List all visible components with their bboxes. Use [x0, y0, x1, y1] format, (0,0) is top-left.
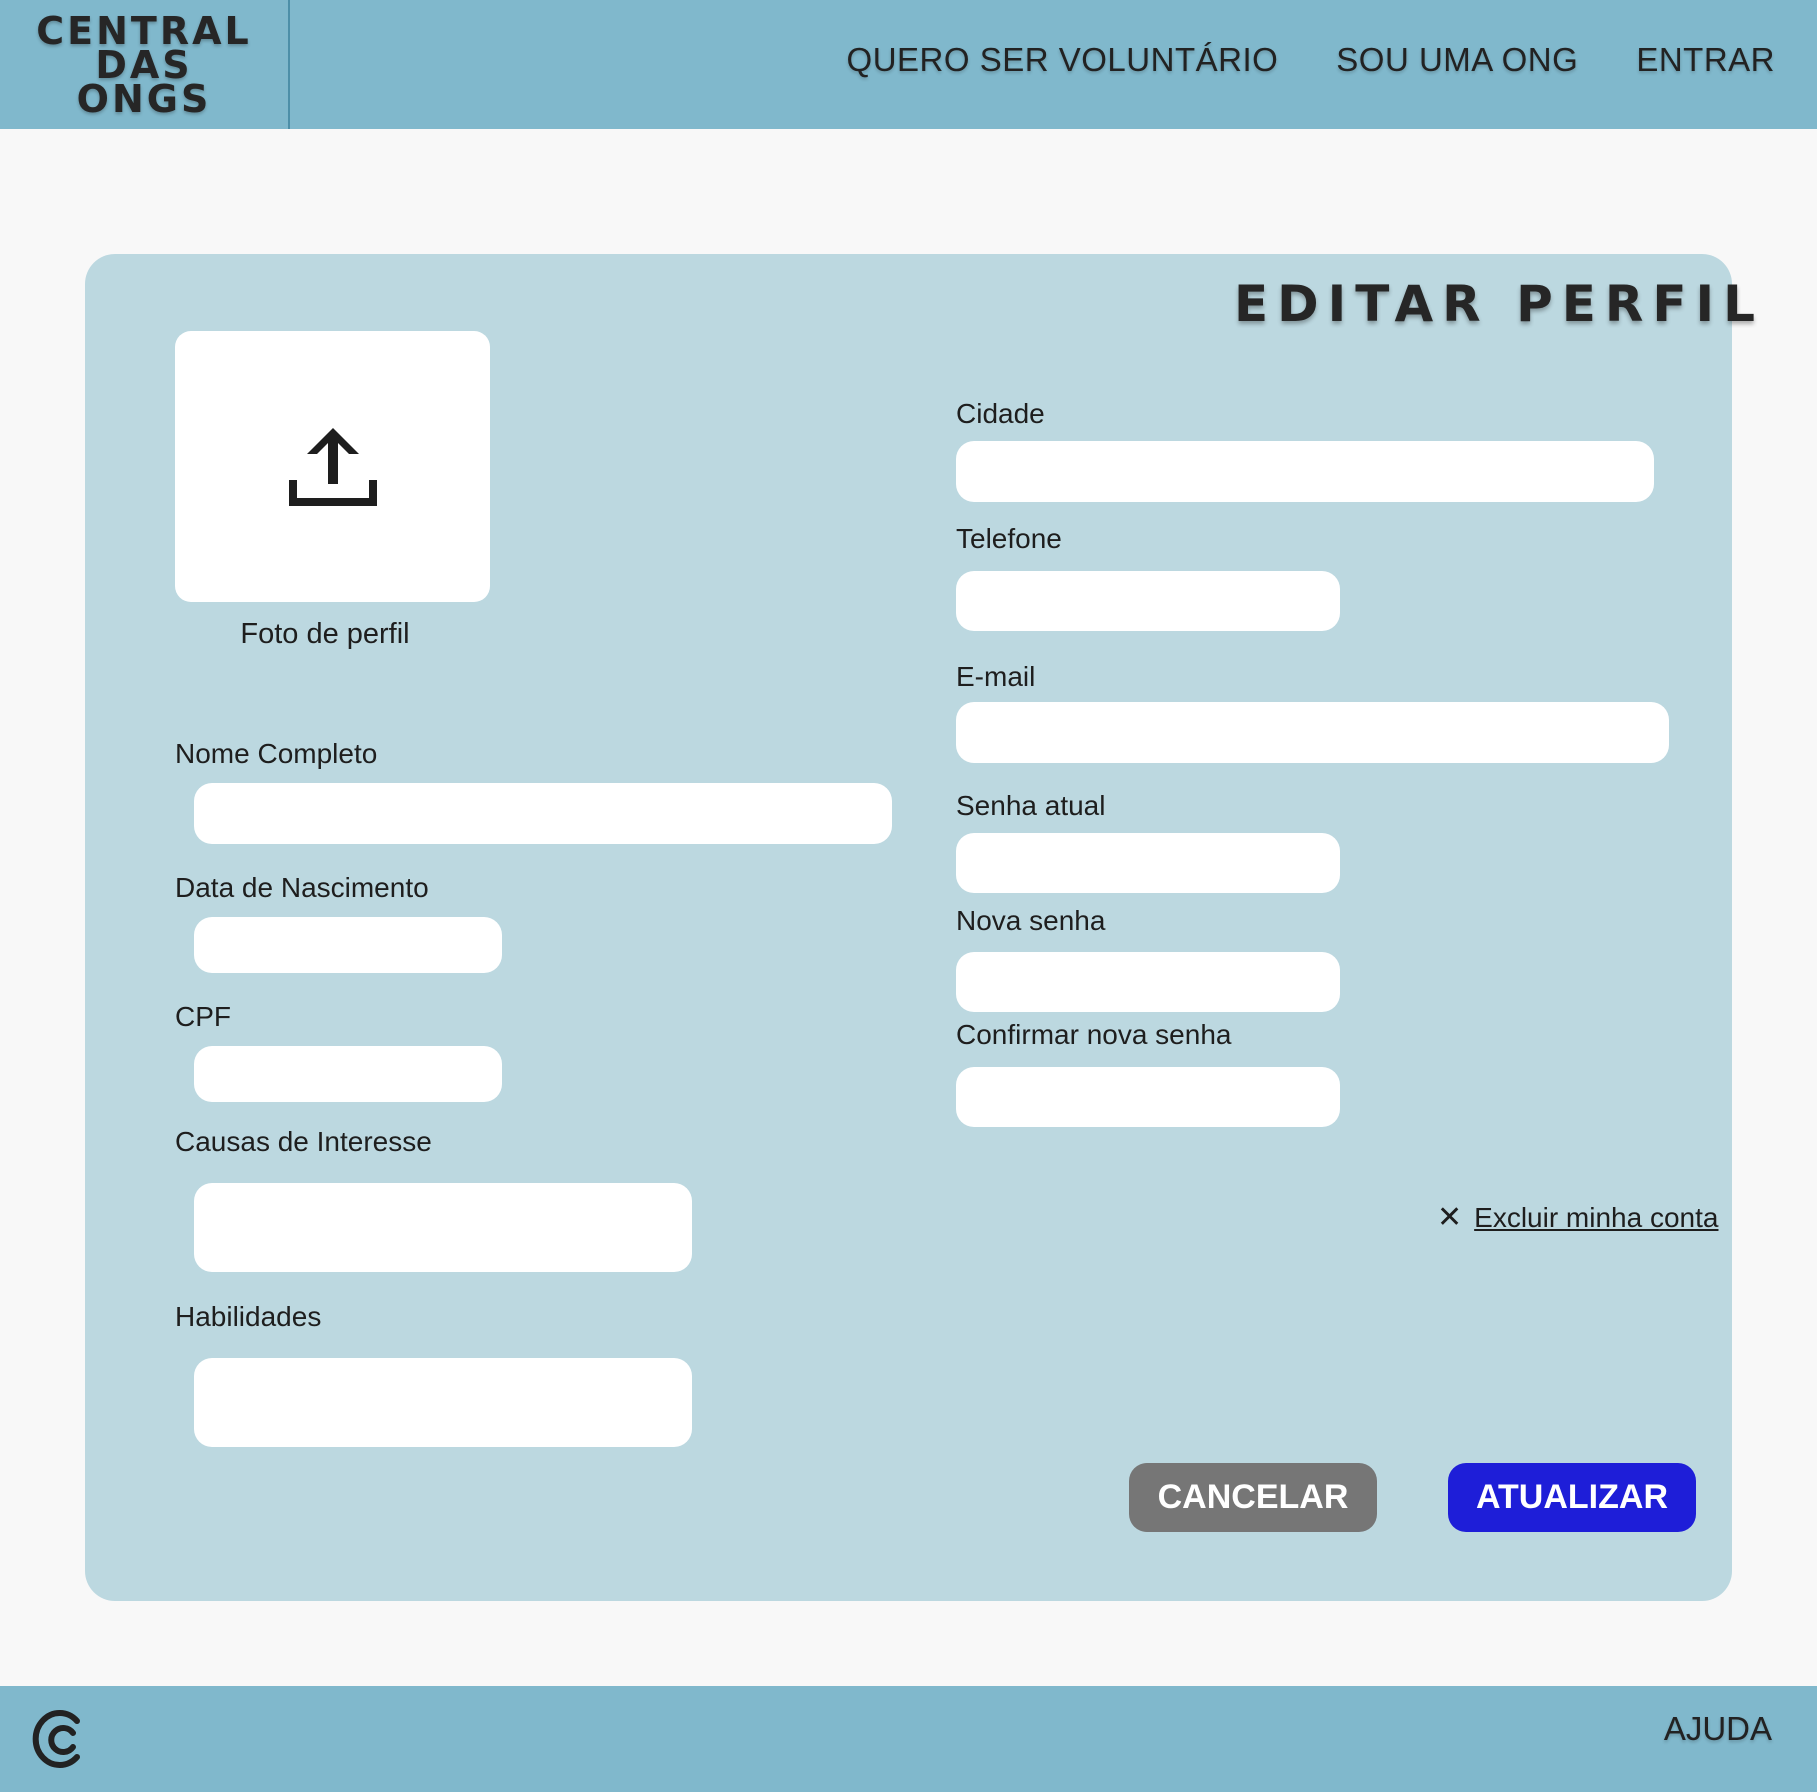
- profile-photo-upload[interactable]: [175, 331, 490, 602]
- cpf-input[interactable]: [194, 1046, 502, 1102]
- profile-photo-label: Foto de perfil: [240, 618, 410, 650]
- update-button[interactable]: ATUALIZAR: [1448, 1463, 1696, 1532]
- confirm-password-label: Confirmar nova senha: [956, 1019, 1232, 1050]
- new-password-input[interactable]: [956, 952, 1340, 1012]
- upload-icon: [288, 427, 377, 506]
- close-icon: ✕: [1437, 1201, 1463, 1234]
- delete-account-link[interactable]: ✕ Excluir minha conta: [1437, 1202, 1718, 1234]
- city-label: Cidade: [956, 398, 1045, 429]
- main-nav: QUERO SER VOLUNTÁRIO SOU UMA ONG ENTRAR: [847, 0, 1775, 120]
- full-name-label: Nome Completo: [175, 738, 378, 769]
- nav-quero-ser-voluntario[interactable]: QUERO SER VOLUNTÁRIO: [847, 41, 1279, 79]
- full-name-input[interactable]: [194, 783, 892, 844]
- email-label: E-mail: [956, 661, 1036, 692]
- city-input[interactable]: [956, 441, 1654, 502]
- current-password-label: Senha atual: [956, 790, 1106, 821]
- logo-line-3: ONGS: [76, 76, 212, 121]
- phone-input[interactable]: [956, 571, 1340, 631]
- skills-label: Habilidades: [175, 1301, 322, 1332]
- footer: AJUDA: [0, 1686, 1817, 1792]
- birth-date-label: Data de Nascimento: [175, 872, 429, 903]
- delete-account-text: Excluir minha conta: [1474, 1202, 1719, 1233]
- current-password-input[interactable]: [956, 833, 1340, 893]
- interest-causes-input[interactable]: [194, 1183, 692, 1272]
- skills-input[interactable]: [194, 1358, 692, 1447]
- email-input[interactable]: [956, 702, 1669, 763]
- confirm-password-input[interactable]: [956, 1067, 1340, 1127]
- help-link[interactable]: AJUDA: [1664, 1710, 1772, 1748]
- cpf-label: CPF: [175, 1001, 231, 1032]
- interest-causes-label: Causas de Interesse: [175, 1126, 432, 1157]
- phone-label: Telefone: [956, 523, 1062, 554]
- page-title: EDITAR PERFIL: [1234, 275, 1765, 333]
- nav-sou-uma-ong[interactable]: SOU UMA ONG: [1336, 41, 1578, 79]
- central-das-ongs-logo[interactable]: CENTRAL DAS ONGS: [0, 0, 290, 129]
- new-password-label: Nova senha: [956, 905, 1106, 936]
- cancel-button[interactable]: CANCELAR: [1129, 1463, 1377, 1532]
- brand-c-icon[interactable]: [27, 1707, 87, 1771]
- birth-date-input[interactable]: [194, 917, 502, 973]
- top-header: CENTRAL DAS ONGS QUERO SER VOLUNTÁRIO SO…: [0, 0, 1817, 129]
- nav-entrar[interactable]: ENTRAR: [1636, 41, 1775, 79]
